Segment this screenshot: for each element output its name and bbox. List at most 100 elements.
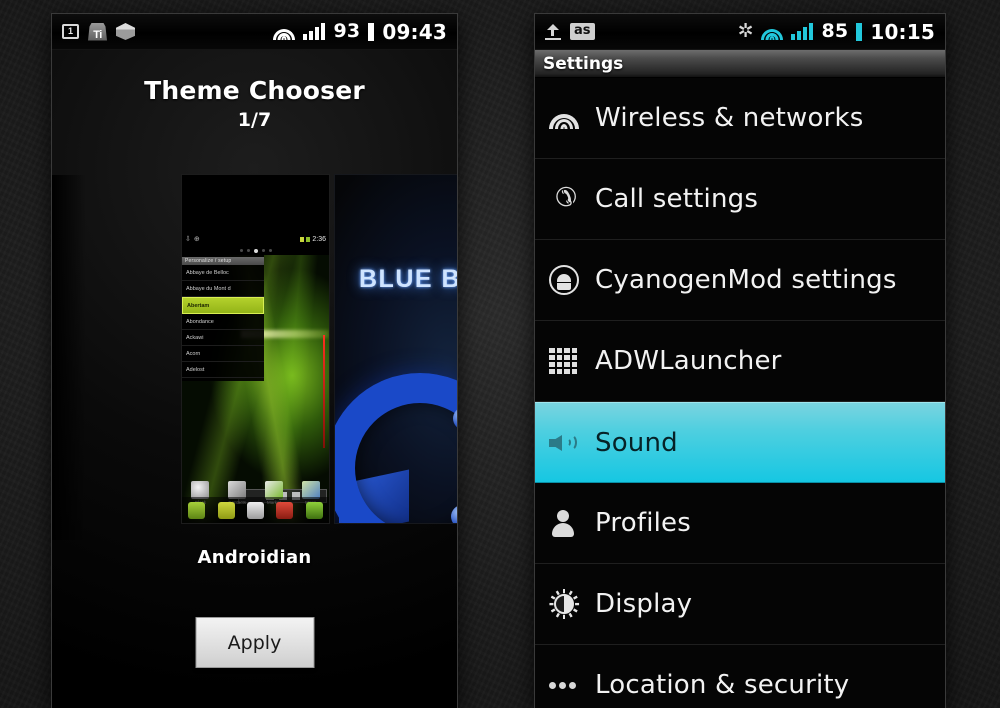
status-clock: 10:15 [870, 19, 935, 44]
bearing-ball [451, 505, 457, 523]
page-dot-active [253, 248, 258, 253]
next-theme-title: BLUE BEARING [359, 265, 457, 293]
battery-percent-label: 85 [821, 20, 849, 42]
settings-item-icon [549, 108, 595, 129]
apply-button[interactable]: Apply [195, 617, 314, 668]
preview-app-tray [182, 497, 329, 523]
bluetooth-icon: ✲ [737, 20, 754, 42]
brightness-icon [549, 589, 579, 619]
settings-item-cyanogenmod-settings[interactable]: CyanogenMod settings [535, 240, 945, 321]
tray-icon-1 [188, 501, 206, 519]
settings-item-icon: ✆ [549, 183, 595, 213]
settings-item-icon [549, 680, 595, 690]
wifi-icon [549, 108, 579, 129]
upload-icon [545, 23, 561, 40]
battery-icon [368, 22, 375, 41]
wifi-icon [761, 24, 784, 40]
preview-list-item: Adelost [182, 362, 264, 378]
preview-stage: Personalize / setup Abbaye de Belloc Abb… [182, 255, 329, 523]
carousel-fade-left [52, 175, 86, 540]
preview-status-left: ⇩ ⊕ [185, 235, 200, 243]
settings-item-adwlauncher[interactable]: ADWLauncher [535, 321, 945, 402]
settings-item-call-settings[interactable]: ✆ Call settings [535, 159, 945, 240]
titanium-backup-icon: Ti [88, 22, 107, 41]
bearing-balls [335, 373, 457, 523]
settings-item-label: Display [595, 589, 693, 619]
preview-notify-icon-2: ⊕ [193, 236, 200, 243]
preview-list-item: Abbaye du Mont d [182, 281, 264, 297]
theme-preview-next[interactable]: BLUE BEARING [335, 175, 457, 523]
settings-item-label: Sound [595, 427, 678, 458]
preview-status-bar: ⇩ ⊕ 2:36 [182, 232, 329, 246]
preview-list-item: Acorn [182, 346, 264, 362]
left-status-notifications: 1 Ti [62, 22, 135, 41]
person-icon [549, 509, 577, 537]
page-dot [261, 249, 265, 252]
preview-accent-line [323, 335, 325, 448]
preview-list-header: Personalize / setup [182, 257, 264, 265]
preview-list-item: Abbaye de Belloc [182, 265, 264, 281]
settings-item-display[interactable]: Display [535, 564, 945, 645]
settings-item-location-security[interactable]: Location & security [535, 645, 945, 708]
speaker-icon [549, 430, 581, 456]
settings-item-label: ADWLauncher [595, 346, 782, 376]
calendar-notification-icon: 1 [62, 24, 79, 39]
wifi-icon [273, 24, 296, 40]
left-phone-screen: 1 Ti 93 09:43 Theme Chooser 1/7 ⇩ ⊕ 2:36… [52, 14, 457, 708]
preview-list-item: Ackawi [182, 330, 264, 346]
lastfm-icon: as [570, 23, 595, 40]
signal-bars-icon [791, 23, 814, 40]
page-dot [246, 249, 250, 252]
settings-title-bar: Settings [535, 50, 945, 78]
settings-item-wireless-networks[interactable]: Wireless & networks [535, 78, 945, 159]
page-title: Theme Chooser [144, 76, 365, 105]
package-box-icon [116, 23, 135, 40]
tray-icon-4 [276, 501, 294, 519]
app-grid-icon [549, 348, 577, 374]
settings-item-icon [549, 589, 595, 619]
left-status-system: 93 09:43 [273, 22, 447, 42]
settings-item-label: CyanogenMod settings [595, 265, 897, 295]
preview-clock: 2:36 [312, 235, 326, 243]
preview-signal-icon [300, 236, 305, 242]
tray-icon-2 [217, 501, 235, 519]
preview-list-item-selected: Abertam [182, 297, 264, 314]
preview-battery-icon [306, 236, 311, 242]
cyanogenmod-icon [549, 265, 579, 295]
theme-carousel[interactable]: ⇩ ⊕ 2:36 Personalize / setup Abbaye de B… [52, 175, 457, 540]
theme-name-label: Androidian [197, 547, 312, 568]
preview-page-dots [182, 246, 329, 255]
settings-item-label: Profiles [595, 508, 691, 538]
settings-item-sound[interactable]: Sound [535, 402, 945, 483]
signal-bars-icon [303, 23, 326, 40]
phone-icon: ✆ [555, 183, 577, 213]
right-phone-screen: as ✲ 85 10:15 Settings Wireless & networ… [535, 14, 945, 708]
preview-top-bezel [182, 175, 329, 232]
preview-ringtone-list: Personalize / setup Abbaye de Belloc Abb… [182, 255, 264, 381]
bearing-ball [453, 407, 457, 430]
tray-icon-5 [305, 501, 323, 519]
settings-item-profiles[interactable]: Profiles [535, 483, 945, 564]
settings-item-icon [549, 509, 595, 537]
battery-icon [856, 22, 863, 41]
settings-item-label: Call settings [595, 184, 759, 214]
theme-counter: 1/7 [237, 109, 272, 131]
preview-status-right: 2:36 [300, 236, 326, 243]
preview-notify-icon-1: ⇩ [185, 236, 191, 243]
preview-list-item: Abondance [182, 314, 264, 330]
settings-item-icon [549, 430, 595, 456]
tray-icon-3 [246, 501, 264, 519]
status-clock: 09:43 [382, 19, 447, 44]
page-title: Settings [543, 53, 624, 74]
left-status-bar: 1 Ti 93 09:43 [52, 14, 457, 50]
settings-item-label: Location & security [595, 670, 850, 700]
theme-chooser-body: Theme Chooser 1/7 ⇩ ⊕ 2:36 Personalize /… [52, 50, 457, 708]
settings-list[interactable]: Wireless & networks ✆ Call settings Cyan… [535, 78, 945, 708]
theme-preview-current[interactable]: ⇩ ⊕ 2:36 Personalize / setup Abbaye de B… [182, 175, 329, 523]
page-dot [268, 249, 272, 252]
right-status-system: ✲ 85 10:15 [738, 22, 935, 42]
dots-icon [549, 680, 577, 690]
battery-percent-label: 93 [333, 20, 361, 42]
right-status-bar: as ✲ 85 10:15 [535, 14, 945, 50]
page-dot [239, 249, 243, 252]
